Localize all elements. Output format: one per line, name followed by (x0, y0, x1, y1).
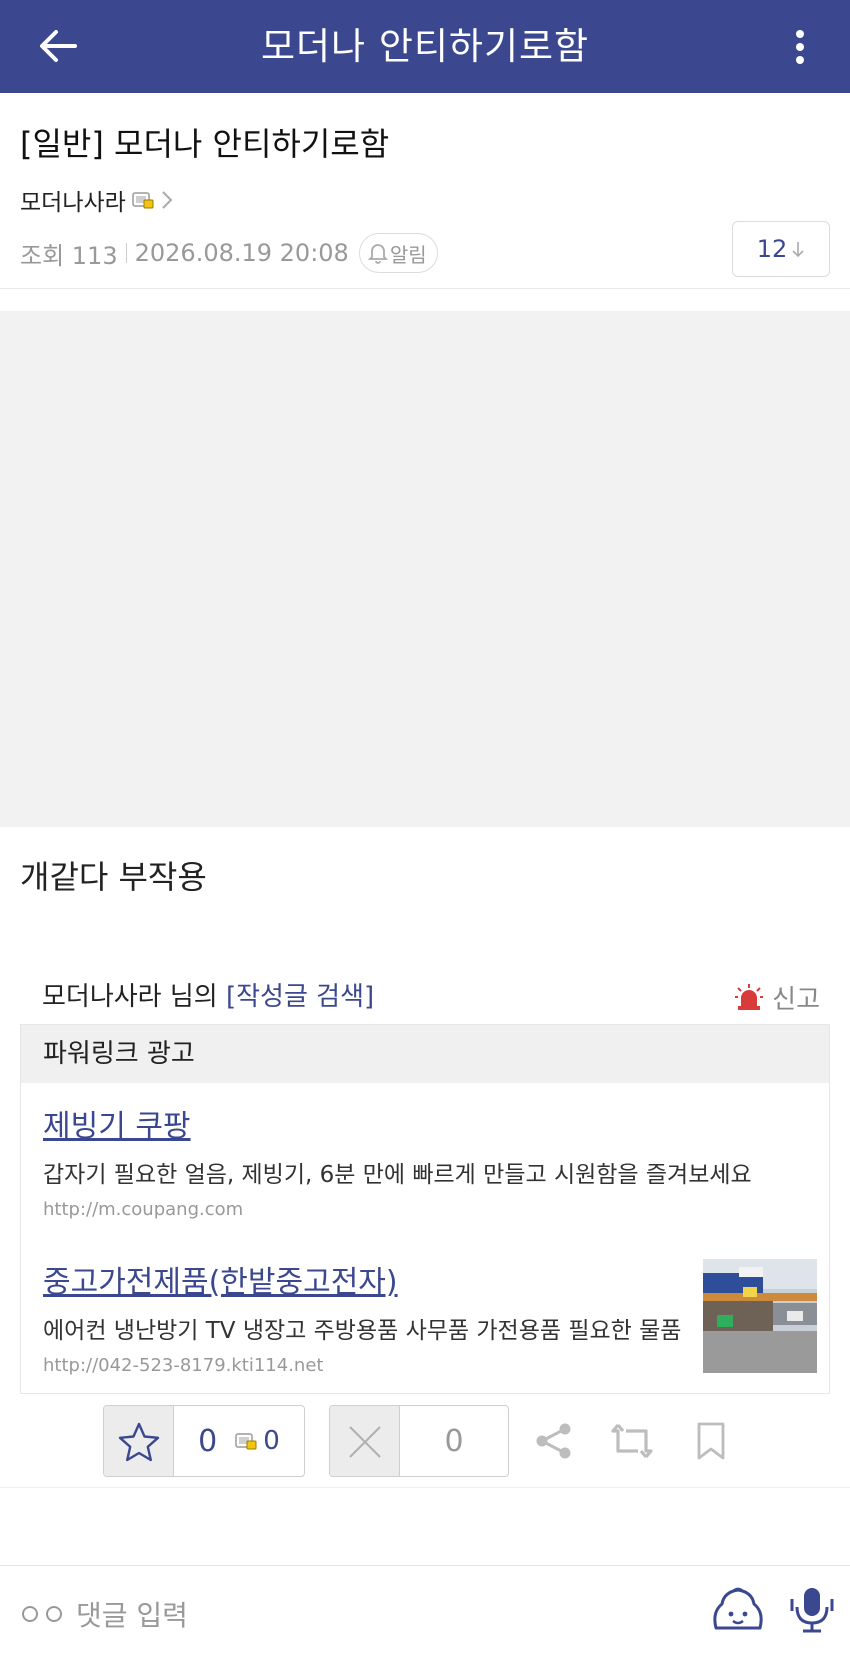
star-icon (118, 1422, 159, 1462)
post-header: [일반] 모더나 안티하기로함 모더나사라 조회 113 2026.08.19 … (0, 93, 850, 289)
comment-tools (710, 1584, 834, 1636)
ad-item[interactable]: 중고가전제품(한밭중고전자) 에어컨 냉난방기 TV 냉장고 주방용품 사무품 … (43, 1257, 683, 1376)
comment-count-button[interactable]: 12 (732, 221, 830, 277)
alarm-label: 알림 (389, 242, 427, 267)
app-bar: 모더나 안티하기로함 (0, 0, 850, 93)
comment-bar: 댓글 입력 (0, 1565, 850, 1670)
author-name: 모더나사라 (20, 190, 126, 216)
fixed-recommend-count: 0 (263, 1426, 280, 1456)
recommend-counts: 0 0 (174, 1406, 304, 1476)
report-button[interactable]: 신고 (734, 972, 820, 1022)
bell-icon (367, 244, 388, 264)
recommend-group: 0 0 (103, 1405, 305, 1477)
bookmark-button[interactable] (683, 1413, 739, 1469)
x-icon (348, 1426, 381, 1458)
share-button[interactable] (526, 1413, 582, 1469)
report-label: 신고 (772, 984, 820, 1015)
powerlink-ad-box: 파워링크 광고 제빙기 쿠팡 갑자기 필요한 얼음, 제빙기, 6분 만에 빠르… (20, 1024, 830, 1394)
arrow-down-icon (792, 242, 804, 258)
writer-search-row: 모더나사라 님의 [작성글 검색] 신고 (20, 972, 830, 1022)
writer-name: 모더나사라 님의 (42, 982, 226, 1012)
post-media-area (0, 311, 850, 827)
more-vertical-icon (796, 30, 804, 64)
ad-description: 갑자기 필요한 얼음, 제빙기, 6분 만에 빠르게 만들고 시원함을 즐겨보세… (43, 1162, 752, 1188)
alarm-button[interactable]: 알림 (358, 233, 438, 273)
ad-description: 에어컨 냉난방기 TV 냉장고 주방용품 사무품 가전용품 필요한 물품 (43, 1318, 682, 1344)
post-meta: 조회 113 2026.08.19 20:08 알림 (20, 233, 438, 273)
downvote-button[interactable] (330, 1406, 400, 1476)
writer-search: 모더나사라 님의 [작성글 검색] (42, 972, 374, 1022)
emoticon-icon[interactable] (710, 1584, 766, 1636)
author-link[interactable]: 모더나사라 (20, 183, 174, 217)
view-count: 조회 113 (20, 241, 118, 270)
downvote-count: 0 (444, 1423, 464, 1459)
repost-icon (611, 1423, 653, 1459)
ad-item[interactable]: 제빙기 쿠팡 갑자기 필요한 얼음, 제빙기, 6분 만에 빠르게 만들고 시원… (43, 1101, 809, 1220)
siren-icon (735, 984, 764, 1010)
post-actions: 0 0 0 (0, 1405, 850, 1477)
writer-search-link[interactable]: [작성글 검색] (226, 982, 374, 1012)
share-icon (536, 1423, 571, 1459)
fixed-nick-icon (235, 1433, 257, 1450)
ad-url: http://m.coupang.com (43, 1199, 244, 1220)
bookmark-icon (697, 1422, 725, 1460)
post-title: [일반] 모더나 안티하기로함 (20, 125, 390, 163)
comment-placeholder: 댓글 입력 (76, 1599, 188, 1632)
post-datetime: 2026.08.19 20:08 (134, 239, 349, 267)
nickname-dots-icon (22, 1606, 62, 1622)
downvote-counts: 0 (400, 1406, 508, 1476)
more-button[interactable] (778, 22, 822, 72)
comment-count: 12 (756, 235, 788, 263)
section-divider (0, 1487, 850, 1488)
comment-input[interactable]: 댓글 입력 (20, 1594, 188, 1634)
mic-icon[interactable] (790, 1585, 834, 1635)
ad-thumbnail[interactable] (703, 1259, 817, 1373)
downvote-group: 0 (329, 1405, 509, 1477)
ad-header: 파워링크 광고 (21, 1025, 829, 1083)
meta-divider (125, 243, 127, 263)
ad-thumbnail-image (703, 1259, 817, 1373)
ad-url: http://042-523-8179.kti114.net (43, 1355, 324, 1376)
ad-title[interactable]: 제빙기 쿠팡 (43, 1101, 809, 1145)
post-body: 개같다 부작용 (20, 858, 207, 896)
recommend-count: 0 (198, 1423, 218, 1459)
repost-button[interactable] (604, 1413, 660, 1469)
page-title: 모더나 안티하기로함 (260, 25, 590, 68)
fixed-nick-icon (132, 192, 154, 209)
chevron-right-icon (162, 191, 173, 209)
recommend-button[interactable] (104, 1406, 174, 1476)
ad-title[interactable]: 중고가전제품(한밭중고전자) (43, 1257, 683, 1301)
